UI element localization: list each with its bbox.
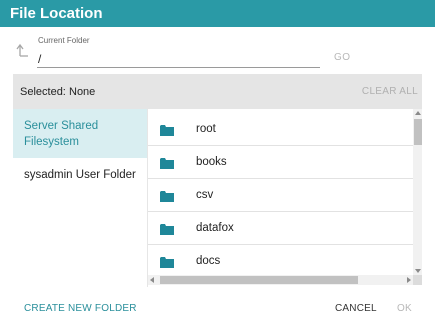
source-item-label: sysadmin User Folder bbox=[24, 169, 136, 181]
source-item-sysadmin-user-folder[interactable]: sysadmin User Folder bbox=[13, 158, 147, 191]
vertical-scrollbar[interactable] bbox=[413, 109, 422, 275]
folder-row-datafox[interactable]: datafox bbox=[148, 212, 413, 245]
folder-icon bbox=[160, 224, 174, 235]
ok-button[interactable]: OK bbox=[397, 303, 412, 314]
folder-row-books[interactable]: books bbox=[148, 146, 413, 179]
horizontal-scrollbar[interactable] bbox=[148, 275, 413, 285]
dialog-titlebar: File Location bbox=[0, 0, 435, 27]
clear-all-button[interactable]: CLEAR ALL bbox=[362, 86, 418, 97]
folder-icon bbox=[160, 191, 174, 202]
current-folder-label: Current Folder bbox=[38, 36, 90, 45]
horizontal-scroll-thumb[interactable] bbox=[160, 276, 358, 284]
folder-name: datafox bbox=[196, 222, 234, 234]
folder-row-csv[interactable]: csv bbox=[148, 179, 413, 212]
folder-name: csv bbox=[196, 189, 214, 201]
selection-bar: Selected: None CLEAR ALL bbox=[13, 74, 422, 109]
folder-icon bbox=[160, 158, 174, 169]
folder-name: docs bbox=[196, 255, 221, 267]
source-item-label: Server Shared Filesystem bbox=[24, 120, 99, 148]
folder-name: root bbox=[196, 123, 216, 135]
vertical-scroll-thumb[interactable] bbox=[414, 119, 422, 145]
folder-icon bbox=[160, 257, 174, 268]
scrollbar-corner bbox=[413, 275, 422, 285]
source-list: Server Shared Filesystem sysadmin User F… bbox=[13, 109, 147, 287]
folder-row-docs[interactable]: docs bbox=[148, 245, 413, 278]
folder-row-root[interactable]: root bbox=[148, 113, 413, 146]
folder-up-icon[interactable] bbox=[16, 43, 30, 57]
selected-value: None bbox=[69, 86, 96, 98]
cancel-button[interactable]: CANCEL bbox=[335, 303, 377, 314]
create-new-folder-button[interactable]: CREATE NEW FOLDER bbox=[24, 303, 137, 314]
folder-name: books bbox=[196, 156, 227, 168]
scroll-left-arrow-icon[interactable] bbox=[150, 277, 154, 283]
go-button[interactable]: GO bbox=[334, 52, 351, 63]
current-folder-input[interactable] bbox=[37, 50, 320, 68]
scroll-right-arrow-icon[interactable] bbox=[407, 277, 411, 283]
scroll-up-arrow-icon[interactable] bbox=[415, 111, 421, 115]
scroll-down-arrow-icon[interactable] bbox=[415, 269, 421, 273]
source-item-server-shared-filesystem[interactable]: Server Shared Filesystem bbox=[13, 109, 147, 158]
folder-icon bbox=[160, 125, 174, 136]
selected-label: Selected: bbox=[20, 86, 66, 98]
dialog-title: File Location bbox=[10, 5, 103, 22]
folder-list: root books csv datafox docs bbox=[147, 109, 422, 287]
